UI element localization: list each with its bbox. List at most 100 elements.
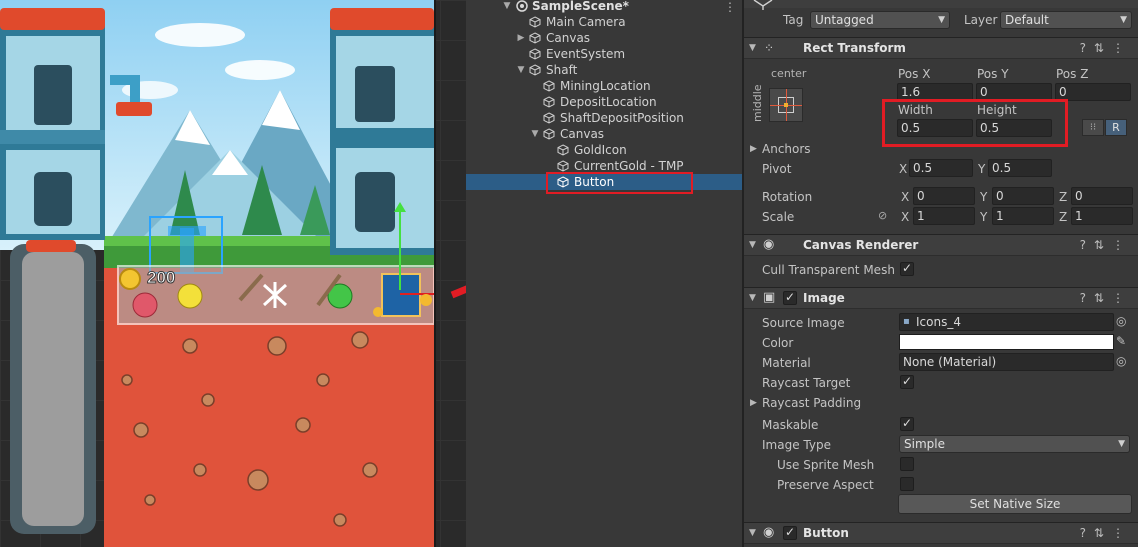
raycast-padding-foldout-icon[interactable]: ▶ [750, 398, 757, 408]
gameobject-cube-icon [543, 80, 555, 92]
hierarchy-item-shaft-deposit-position[interactable]: ShaftDepositPosition [466, 110, 742, 126]
rotation-x-axis: X [901, 190, 910, 204]
cull-transparent-mesh-checkbox[interactable] [900, 261, 914, 276]
button-highlight-box [546, 172, 693, 194]
hierarchy-item-main-camera[interactable]: Main Camera [466, 14, 742, 30]
gameobject-cube-icon [557, 144, 569, 156]
set-native-size-button[interactable]: Set Native Size [898, 494, 1132, 514]
gameobject-cube-icon [543, 128, 555, 140]
scale-y-field[interactable]: 1 [992, 207, 1054, 225]
dropdown-caret-icon: ▼ [938, 15, 945, 25]
preserve-aspect-checkbox[interactable] [900, 477, 914, 491]
rotation-x-field[interactable]: 0 [913, 187, 975, 205]
hierarchy-item-gold-icon[interactable]: GoldIcon [466, 142, 742, 158]
expand-arrow-icon[interactable]: ▶ [516, 30, 526, 46]
hierarchy-item-canvas[interactable]: ▶ Canvas [466, 30, 742, 46]
scale-y-axis: Y [980, 210, 988, 224]
use-sprite-mesh-label: Use Sprite Mesh [777, 458, 875, 472]
component-menu-icons[interactable]: ?⇅⋮ [1080, 238, 1132, 252]
eyedropper-icon[interactable]: ✎ [1116, 334, 1126, 348]
hierarchy-scene-root[interactable]: ▼ SampleScene* ⋮ [466, 0, 742, 14]
foldout-arrow-icon[interactable]: ▼ [749, 240, 756, 250]
button-enabled-checkbox[interactable] [783, 525, 797, 540]
gameobject-cube-icon [753, 0, 773, 10]
rect-transform-header[interactable]: ▼ ⁘ Rect Transform ?⇅⋮ [744, 37, 1138, 59]
cull-transparent-mesh-label: Cull Transparent Mesh [762, 263, 895, 277]
scale-z-field[interactable]: 1 [1071, 207, 1133, 225]
anchor-presets-button[interactable] [769, 88, 803, 122]
inspector-panel[interactable]: Tag Untagged ▼ Layer Default ▼ ▼ ⁘ Rect Tr… [744, 0, 1138, 547]
hierarchy-item-label: Shaft [546, 63, 578, 77]
hierarchy-item-shaft-canvas[interactable]: ▼ Canvas [466, 126, 742, 142]
foldout-arrow-icon[interactable]: ▼ [749, 293, 756, 303]
blueprint-mode-button[interactable]: ⁝⁝ [1082, 119, 1104, 136]
scene-view[interactable]: 200 [0, 0, 466, 547]
hierarchy-item-eventsystem[interactable]: EventSystem [466, 46, 742, 62]
tag-dropdown[interactable]: Untagged ▼ [810, 11, 950, 29]
rect-transform-icon: ⁘ [764, 41, 775, 55]
component-menu-icons[interactable]: ?⇅⋮ [1080, 526, 1132, 540]
rotation-y-field[interactable]: 0 [992, 187, 1054, 205]
button-component-icon: ◉ [763, 525, 775, 540]
material-field[interactable]: None (Material) [899, 353, 1114, 371]
tag-value: Untagged [815, 13, 874, 27]
gameobject-cube-icon [543, 112, 555, 124]
game-art [0, 0, 434, 547]
game-scene-render[interactable]: 200 [0, 0, 434, 547]
layer-label: Layer [964, 13, 998, 27]
layer-value: Default [1005, 13, 1049, 27]
component-menu-icons[interactable]: ?⇅⋮ [1080, 41, 1132, 55]
current-gold-text: 200 [146, 268, 176, 288]
tag-label: Tag [783, 13, 804, 27]
maskable-checkbox[interactable] [900, 416, 914, 431]
gameobject-cube-icon [529, 64, 541, 76]
rotation-z-axis: Z [1059, 190, 1068, 204]
image-header[interactable]: ▼ ▣ Image ?⇅⋮ [744, 287, 1138, 309]
expand-arrow-icon[interactable]: ▼ [502, 0, 512, 14]
component-menu-icons[interactable]: ?⇅⋮ [1080, 291, 1132, 305]
object-picker-icon[interactable]: ◎ [1116, 354, 1126, 368]
image-enabled-checkbox[interactable] [783, 290, 797, 305]
scale-x-field[interactable]: 1 [913, 207, 975, 225]
source-image-field[interactable]: ▪ Icons_4 [899, 313, 1114, 331]
expand-arrow-icon[interactable]: ▼ [530, 126, 540, 142]
scene-edge [434, 0, 436, 547]
anchors-foldout-icon[interactable]: ▶ [750, 144, 757, 154]
kebab-menu-icon[interactable]: ⋮ [724, 0, 736, 15]
hierarchy-panel[interactable]: ▼ SampleScene* ⋮ Main Camera ▶ Canvas Ev… [466, 0, 742, 547]
raw-edit-button[interactable]: R [1105, 119, 1127, 136]
constrain-proportions-link-icon[interactable]: ⊘ [878, 209, 887, 222]
layer-dropdown[interactable]: Default ▼ [1000, 11, 1132, 29]
pivot-y-field[interactable]: 0.5 [988, 159, 1052, 177]
scale-x-axis: X [901, 210, 910, 224]
pivot-y-axis: Y [978, 162, 986, 176]
image-type-label: Image Type [762, 438, 831, 452]
pivot-label: Pivot [762, 162, 792, 176]
pivot-x-field[interactable]: 0.5 [909, 159, 973, 177]
pivot-x-axis: X [899, 162, 908, 176]
hierarchy-item-mining-location[interactable]: MiningLocation [466, 78, 742, 94]
canvas-renderer-header[interactable]: ▼ ◉ Canvas Renderer ?⇅⋮ [744, 234, 1138, 256]
gameobject-cube-icon [543, 96, 555, 108]
foldout-arrow-icon[interactable]: ▼ [749, 528, 756, 538]
color-swatch[interactable] [899, 334, 1114, 350]
raycast-padding-label[interactable]: Raycast Padding [762, 395, 861, 411]
object-picker-icon[interactable]: ◎ [1116, 314, 1126, 328]
foldout-arrow-icon[interactable]: ▼ [749, 43, 756, 53]
pos-z-label: Pos Z [1056, 67, 1089, 81]
image-type-dropdown[interactable]: Simple ▼ [899, 435, 1130, 453]
gameobject-cube-icon [529, 32, 541, 44]
inspector-header-strip [744, 0, 1138, 8]
expand-arrow-icon[interactable]: ▼ [516, 62, 526, 78]
use-sprite-mesh-checkbox[interactable] [900, 457, 914, 471]
rotation-z-field[interactable]: 0 [1071, 187, 1133, 205]
button-component-header[interactable]: ▼ ◉ Button ?⇅⋮ [744, 522, 1138, 544]
hierarchy-item-label: ShaftDepositPosition [560, 111, 684, 125]
anchor-v-label: middle [751, 84, 764, 122]
anchors-label[interactable]: Anchors [762, 141, 811, 157]
hierarchy-item-deposit-location[interactable]: DepositLocation [466, 94, 742, 110]
raycast-target-checkbox[interactable] [900, 374, 914, 389]
canvas-renderer-title: Canvas Renderer [803, 238, 919, 252]
eye-icon: ◉ [763, 237, 775, 252]
hierarchy-item-shaft[interactable]: ▼ Shaft [466, 62, 742, 78]
